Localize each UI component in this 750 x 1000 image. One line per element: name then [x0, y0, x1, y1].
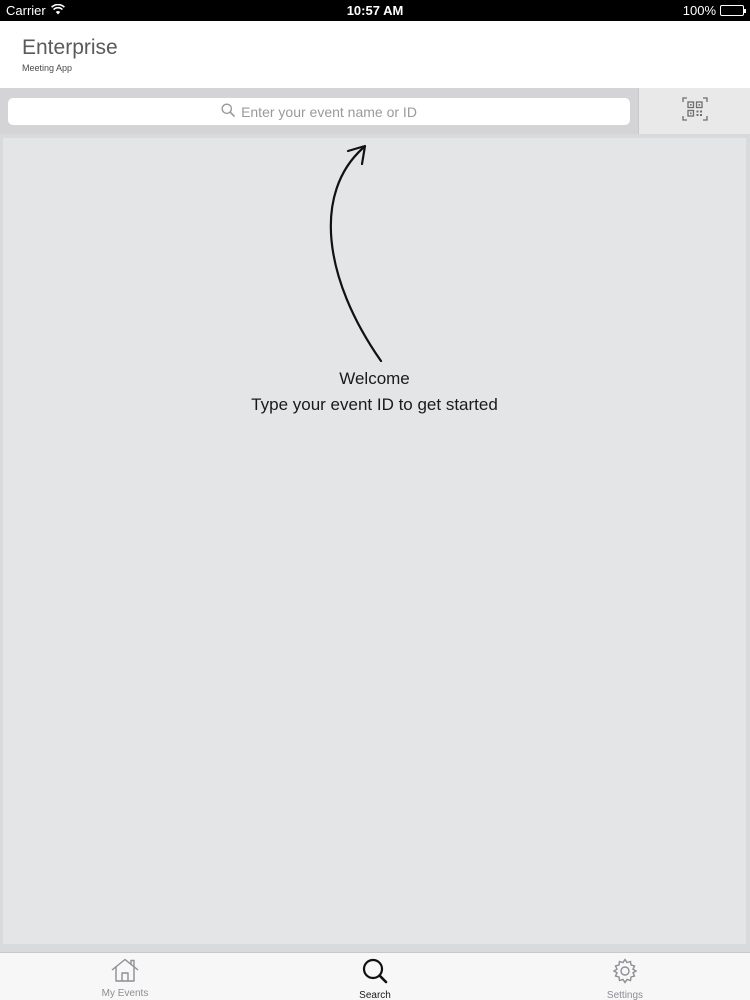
search-icon — [360, 958, 390, 989]
search-bar-row: Enter your event name or ID — [0, 88, 750, 134]
battery-percent: 100% — [682, 3, 716, 18]
tab-my-events[interactable]: My Events — [60, 953, 190, 1000]
tab-search[interactable]: Search — [310, 953, 440, 1000]
battery-icon — [720, 5, 746, 16]
app-header: Enterprise Meeting App — [0, 21, 750, 88]
home-icon — [110, 958, 140, 987]
tab-settings[interactable]: Settings — [560, 953, 690, 1000]
app-title: Enterprise — [22, 36, 118, 59]
app-subtitle: Meeting App — [22, 63, 73, 73]
status-bar: Carrier 10:57 AM 100% — [0, 0, 750, 21]
tab-bar: My Events Search Settings — [0, 952, 750, 1000]
search-field[interactable]: Enter your event name or ID — [8, 98, 630, 125]
qr-code-icon — [681, 96, 708, 126]
app-screen: Carrier 10:57 AM 100% Enterprise Meeting… — [0, 0, 750, 1000]
welcome-heading: Welcome — [339, 369, 410, 388]
status-time: 10:57 AM — [346, 3, 404, 18]
status-right: 100% — [682, 3, 746, 18]
welcome-panel: Welcome Type your event ID to get starte… — [3, 138, 746, 944]
arrow-up-icon — [329, 144, 383, 363]
tab-label-my-events: My Events — [101, 988, 149, 999]
welcome-instruction: Type your event ID to get started — [251, 395, 498, 414]
tab-label-settings: Settings — [606, 990, 644, 1000]
tab-label-search: Search — [359, 990, 391, 1000]
gear-icon — [611, 958, 639, 989]
search-input[interactable] — [8, 98, 630, 125]
qr-scan-button[interactable] — [638, 88, 750, 134]
